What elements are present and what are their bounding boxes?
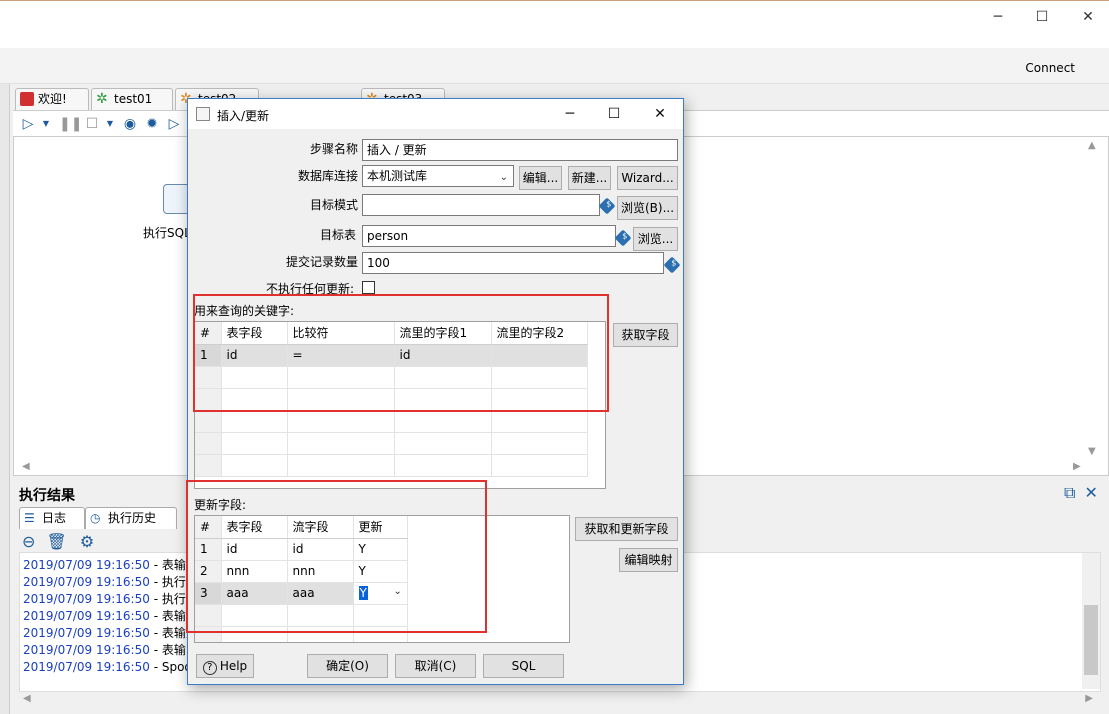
- no-update-label: 不执行任何更新:: [265, 282, 354, 296]
- settings-icon[interactable]: ⚙: [80, 532, 94, 551]
- variable-icon: $: [663, 256, 681, 274]
- debug-icon[interactable]: ✹: [143, 115, 161, 133]
- commit-size-label: 提交记录数量: [285, 255, 358, 269]
- welcome-icon: [20, 92, 34, 106]
- browse-schema-button[interactable]: 浏览(B)...: [617, 196, 678, 220]
- dialog-titlebar[interactable]: 插入/更新 ─ ☐ ✕: [188, 99, 683, 129]
- tab-history[interactable]: ◷ 执行历史: [85, 507, 177, 529]
- column-header[interactable]: 表字段: [221, 322, 288, 345]
- get-fields-button[interactable]: 获取字段: [613, 323, 678, 347]
- no-update-checkbox[interactable]: [362, 281, 375, 294]
- scroll-left-icon[interactable]: ◀: [22, 461, 30, 472]
- close-panel-icon[interactable]: ✕: [1085, 483, 1098, 502]
- app-toolbar: Connect: [0, 48, 1109, 84]
- scroll-right-icon[interactable]: ▶: [1073, 461, 1081, 472]
- log-scroll-thumb[interactable]: [1084, 605, 1098, 675]
- results-panel-actions: ⧉ ✕: [1064, 483, 1098, 503]
- log-horizontal-scrollbar[interactable]: ◀ ▶: [19, 692, 1101, 706]
- column-header[interactable]: 流里的字段2: [491, 322, 588, 345]
- commit-size-field[interactable]: 100: [362, 252, 664, 274]
- table-row[interactable]: 3 aaa aaa Y ⌄: [195, 582, 408, 605]
- maximize-icon[interactable]: ☐: [1030, 7, 1054, 27]
- get-update-fields-button[interactable]: 获取和更新字段: [575, 517, 678, 541]
- stop-icon[interactable]: ☐: [83, 115, 101, 133]
- db-connection-select[interactable]: 本机测试库 ⌄: [362, 165, 514, 187]
- edit-mapping-button[interactable]: 编辑映射: [619, 548, 678, 572]
- app-titlebar: ─ ☐ ✕: [0, 0, 1109, 48]
- table-row[interactable]: 1 id id Y: [195, 538, 408, 561]
- log-toolbar: ⊖ 🗑 ⚙: [22, 532, 94, 551]
- chevron-down-icon[interactable]: ⌄: [500, 170, 508, 186]
- target-table-label: 目标表: [319, 228, 356, 242]
- browse-table-button[interactable]: 浏览...: [633, 227, 678, 251]
- table-row[interactable]: 2 nnn nnn Y: [195, 560, 408, 583]
- dialog-maximize-icon[interactable]: ☐: [604, 104, 624, 124]
- close-icon[interactable]: ✕: [1076, 7, 1100, 27]
- run-icon[interactable]: ▷: [19, 115, 37, 133]
- insert-update-dialog: 插入/更新 ─ ☐ ✕ 步骤名称 插入 / 更新 数据库连接 本机测试库 ⌄ 编…: [186, 98, 684, 685]
- popout-icon[interactable]: ⧉: [1064, 483, 1075, 502]
- dialog-window-icon: [196, 107, 210, 121]
- table-row[interactable]: 1 id = id: [195, 344, 588, 367]
- tab-welcome[interactable]: 欢迎!: [15, 88, 89, 110]
- stop-dropdown-icon[interactable]: ▼: [101, 115, 119, 133]
- help-icon: ?: [202, 661, 217, 675]
- scroll-left-icon[interactable]: ◀: [23, 693, 31, 704]
- update-fields-label: 更新字段:: [194, 498, 247, 512]
- step-name-label: 步骤名称: [309, 142, 358, 156]
- target-schema-label: 目标模式: [309, 198, 358, 212]
- left-panel-strip: [0, 84, 10, 714]
- ok-button[interactable]: 确定(O): [307, 654, 388, 678]
- transformation-icon: ✲: [96, 91, 108, 107]
- step-name-field[interactable]: 插入 / 更新: [362, 139, 678, 161]
- update-fields-table[interactable]: # 表字段 流字段 更新 1 id id Y 2 nnn nnn Y 3 aaa…: [194, 515, 570, 643]
- column-header[interactable]: 比较符: [287, 322, 395, 345]
- scroll-right-icon[interactable]: ▶: [1085, 693, 1093, 704]
- column-header: #: [195, 516, 222, 539]
- column-header[interactable]: 表字段: [221, 516, 288, 539]
- preview-icon[interactable]: ◉: [121, 115, 139, 133]
- db-connection-label: 数据库连接: [297, 169, 358, 183]
- run-dropdown-icon[interactable]: ▼: [37, 115, 55, 133]
- update-flag-select[interactable]: Y ⌄: [353, 582, 408, 605]
- connect-button[interactable]: Connect: [1025, 61, 1075, 75]
- results-panel-title: 执行结果: [19, 488, 75, 504]
- sql-button[interactable]: SQL: [483, 654, 564, 678]
- log-icon: ☰: [24, 511, 35, 525]
- keys-table[interactable]: # 表字段 比较符 流里的字段1 流里的字段2 1 id = id: [194, 321, 606, 489]
- chevron-down-icon[interactable]: ⌄: [394, 586, 402, 597]
- variable-icon: $: [598, 197, 616, 215]
- column-header[interactable]: 更新: [353, 516, 408, 539]
- scroll-down-icon[interactable]: ▼: [1088, 446, 1096, 457]
- tab-log[interactable]: ☰ 日志: [19, 507, 85, 529]
- tab-test01[interactable]: ✲ test01: [91, 88, 173, 110]
- delete-icon[interactable]: 🗑: [47, 532, 67, 551]
- dialog-minimize-icon[interactable]: ─: [560, 104, 580, 124]
- column-header[interactable]: 流里的字段1: [394, 322, 492, 345]
- replay-icon[interactable]: ▷: [165, 115, 183, 133]
- clear-log-icon[interactable]: ⊖: [22, 532, 35, 551]
- target-table-field[interactable]: person: [362, 225, 616, 247]
- scroll-up-icon[interactable]: ▲: [1088, 140, 1096, 151]
- canvas-vertical-scrollbar[interactable]: ▲ ▼: [1084, 138, 1102, 474]
- column-header[interactable]: 流字段: [287, 516, 354, 539]
- column-header: #: [195, 322, 222, 345]
- edit-connection-button[interactable]: 编辑...: [519, 166, 562, 190]
- target-schema-field[interactable]: [362, 194, 600, 216]
- keys-section-label: 用来查询的关键字:: [194, 304, 295, 318]
- cancel-button[interactable]: 取消(C): [395, 654, 476, 678]
- dialog-close-icon[interactable]: ✕: [650, 104, 670, 124]
- variable-icon: $: [614, 229, 632, 247]
- pause-icon[interactable]: ❚❚: [59, 115, 82, 133]
- dialog-title: 插入/更新: [217, 109, 270, 123]
- new-connection-button[interactable]: 新建...: [568, 166, 611, 190]
- wizard-button[interactable]: Wizard...: [617, 166, 678, 190]
- help-button[interactable]: ? Help: [196, 654, 254, 678]
- minimize-icon[interactable]: ─: [986, 7, 1010, 27]
- history-icon: ◷: [90, 511, 101, 525]
